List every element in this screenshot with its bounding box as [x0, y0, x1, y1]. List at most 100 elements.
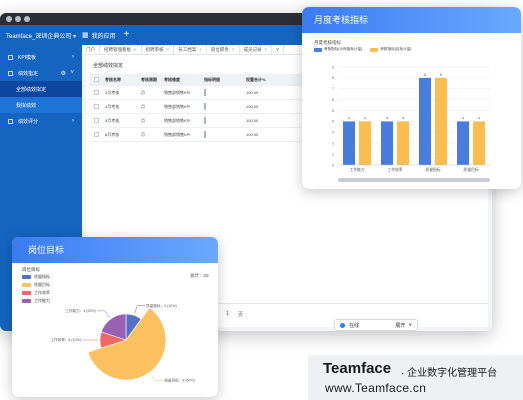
sidebar-item-label: 绩效评分	[18, 118, 39, 125]
tab-recruit-board[interactable]: 招聘管理看板 ×	[100, 44, 142, 55]
bar	[435, 77, 447, 165]
table-cell: 3月考核	[105, 89, 120, 95]
company-name: Teamface_深圳企典公司	[6, 33, 72, 40]
detail-icon[interactable]	[204, 103, 206, 110]
current-page[interactable]: 1	[226, 311, 229, 317]
row-checkbox[interactable]	[93, 118, 99, 123]
table-row[interactable]: 6月考核 月 销售部销售KPI 100.00	[90, 128, 310, 142]
window-minimize-dot[interactable]	[15, 16, 21, 22]
sidebar-item-kpi-template[interactable]: KPI模板 ›	[0, 49, 82, 65]
bar-value-label: 8	[440, 73, 442, 77]
pie-leader-line	[150, 373, 164, 381]
table-cell: 4月考核	[105, 103, 120, 109]
chevron-right-icon: ›	[72, 54, 74, 60]
detail-icon[interactable]	[204, 131, 206, 138]
tab-label: 岗位职责	[210, 46, 229, 52]
tab-label: 招聘管理看板	[104, 46, 131, 52]
table-row[interactable]: 5月考核 月 销售部销售KPI 100.00	[90, 114, 310, 128]
chevron-right-icon: ›	[72, 118, 74, 124]
close-icon[interactable]: ×	[232, 47, 235, 52]
sidebar-subitem-label: 我拟绩效	[16, 102, 37, 109]
tab-label: 门户	[86, 46, 95, 52]
detail-icon[interactable]	[204, 117, 206, 124]
online-status-pill[interactable]: 在线 展开 ∨	[334, 319, 418, 331]
y-tick-label: 0	[332, 163, 334, 167]
bar-value-label: 8	[424, 73, 426, 77]
online-label: 在线	[349, 322, 360, 329]
tab-more[interactable]: Y	[272, 44, 285, 55]
sidebar-item-performance-scoring[interactable]: 绩效评分 ›	[0, 113, 82, 129]
tab-portal[interactable]: 门户	[82, 44, 100, 55]
tab-label: 员工档案	[178, 46, 197, 52]
table-row[interactable]: 4月考核 月 销售部销售KPI 100.00	[90, 100, 310, 114]
sidebar-subitem-my-performance[interactable]: 我拟绩效	[0, 97, 82, 113]
bar	[419, 77, 431, 165]
apps-grid-icon[interactable]: ▦	[82, 31, 89, 39]
table-cell: 100.00	[246, 118, 259, 123]
table-row[interactable]: 3月考核 月 销售部销售KPI 100.00	[90, 86, 310, 100]
sidebar-subitem-all-performance[interactable]: 全部绩效拟定	[0, 81, 82, 97]
detail-icon[interactable]	[204, 89, 206, 96]
column-header[interactable]: 考核维度	[161, 77, 201, 83]
pie-leader-line	[96, 310, 110, 318]
online-dot-icon	[340, 322, 345, 328]
y-tick-label: 6	[332, 98, 334, 102]
y-tick-label: 1	[332, 152, 334, 156]
column-header[interactable]: 权重合计%	[243, 77, 276, 83]
monthly-bar-chart: 0 1 2 3 4 5 6 7 8 9 4 4 工作能力 4 4 工作效率 8 8 质量指标 4 4 质量目标	[332, 65, 490, 172]
tab-label: 招聘审核	[145, 46, 164, 52]
sidebar-item-label: KPI模板	[18, 54, 37, 61]
company-selector[interactable]: Teamface_深圳企典公司 ▾	[0, 31, 82, 40]
tab-employee-file[interactable]: 员工档案 ×	[174, 44, 207, 55]
bar-value-label: 4	[386, 116, 388, 120]
gear-icon[interactable]: ⚙	[61, 70, 66, 77]
row-checkbox[interactable]	[93, 132, 99, 137]
table-cell: 月	[141, 89, 145, 95]
chart-scrollbar[interactable]	[338, 178, 490, 182]
close-icon[interactable]: ×	[199, 47, 202, 52]
tab-post-duty[interactable]: 岗位职责 ×	[207, 44, 240, 55]
table-cell: 6月考核	[105, 131, 120, 137]
tab-recruit-audit[interactable]: 招聘审核 ×	[142, 44, 175, 55]
row-checkbox[interactable]	[93, 104, 99, 109]
column-header[interactable]: 考核周期	[138, 77, 161, 83]
y-tick-label: 5	[332, 109, 334, 113]
x-tick-label: 工作效率	[387, 167, 402, 172]
table-cell: 销售部销售KPI	[164, 117, 191, 123]
template-icon	[8, 54, 13, 60]
y-tick-label: 3	[332, 131, 334, 135]
y-tick-label: 8	[332, 76, 334, 80]
chevron-down-icon: ▾	[73, 33, 77, 40]
x-tick-label: 质量指标	[425, 167, 440, 172]
row-checkbox[interactable]	[93, 90, 99, 95]
column-header[interactable]: 指标明细	[201, 77, 243, 83]
sidebar-item-performance-setting[interactable]: 绩效指定 ⚙ ˅	[0, 65, 82, 81]
sidebar-subitem-label: 全部绩效拟定	[16, 86, 47, 93]
pie-data-label: 工作能力：4 (20%)	[65, 308, 96, 313]
pie-data-label: 质量目标：8 (60%)	[164, 378, 195, 383]
bar	[397, 121, 409, 165]
close-icon[interactable]: ×	[167, 47, 170, 52]
expand-label[interactable]: 展开	[395, 322, 405, 329]
table-cell: 100.00	[246, 104, 259, 109]
tab-label: 成员记录	[243, 46, 262, 52]
table-cell: 月	[141, 131, 145, 137]
window-close-dot[interactable]	[6, 16, 12, 22]
tab-label: Y	[276, 46, 280, 52]
table-cell: 月	[141, 117, 145, 123]
table-cell: 5月考核	[105, 117, 120, 123]
tab-member-record[interactable]: 成员记录 ×	[240, 44, 273, 55]
y-tick-label: 4	[332, 120, 334, 124]
my-apps-link[interactable]: 我的应用	[92, 31, 116, 40]
close-icon[interactable]: ×	[265, 47, 268, 52]
select-all-checkbox[interactable]	[93, 77, 99, 82]
brand-url[interactable]: www.Teamface.cn	[325, 381, 426, 395]
window-maximize-dot[interactable]	[24, 16, 30, 22]
close-icon[interactable]: ×	[134, 47, 137, 52]
brand-banner: Teamface · 企业数字化管理平台 www.Teamface.cn	[308, 355, 523, 400]
bar	[381, 121, 393, 165]
add-app-icon[interactable]: +	[124, 30, 130, 40]
bar-value-label: 4	[402, 116, 404, 120]
post-target-card: 岗位目标 岗位目标 总计：20 质量指标 质量目标 工作效率 工作能力 质量指标…	[12, 237, 218, 397]
column-header[interactable]: 考核名称	[102, 77, 138, 83]
